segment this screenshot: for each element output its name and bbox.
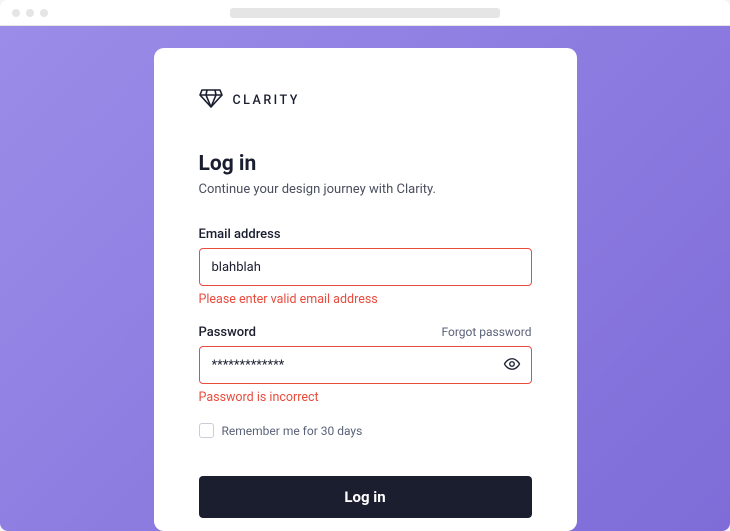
url-bar[interactable] xyxy=(230,8,500,18)
email-field-group: Email address Please enter valid email a… xyxy=(199,227,532,307)
window-controls xyxy=(12,9,48,17)
browser-frame: CLARITY Log in Continue your design jour… xyxy=(0,0,730,531)
eye-icon xyxy=(503,355,521,376)
remember-label: Remember me for 30 days xyxy=(222,424,363,438)
window-dot[interactable] xyxy=(26,9,34,17)
forgot-password-link[interactable]: Forgot password xyxy=(441,325,531,339)
email-field[interactable] xyxy=(199,248,532,286)
password-error: Password is incorrect xyxy=(199,390,532,405)
email-error: Please enter valid email address xyxy=(199,292,532,307)
password-field[interactable] xyxy=(199,346,532,384)
toggle-password-visibility-button[interactable] xyxy=(500,353,524,377)
diamond-icon xyxy=(199,88,223,112)
window-dot[interactable] xyxy=(12,9,20,17)
password-field-group: Password Forgot password Passwor xyxy=(199,325,532,405)
email-label: Email address xyxy=(199,227,281,242)
password-label: Password xyxy=(199,325,256,340)
page-subtitle: Continue your design journey with Clarit… xyxy=(199,182,532,197)
page-title: Log in xyxy=(199,152,532,176)
login-card: CLARITY Log in Continue your design jour… xyxy=(154,48,577,531)
brand-name: CLARITY xyxy=(233,93,300,108)
viewport: CLARITY Log in Continue your design jour… xyxy=(0,26,730,531)
browser-top-bar xyxy=(0,0,730,26)
remember-row: Remember me for 30 days xyxy=(199,423,532,438)
remember-checkbox[interactable] xyxy=(199,423,214,438)
login-button[interactable]: Log in xyxy=(199,476,532,518)
brand: CLARITY xyxy=(199,88,532,112)
window-dot[interactable] xyxy=(40,9,48,17)
